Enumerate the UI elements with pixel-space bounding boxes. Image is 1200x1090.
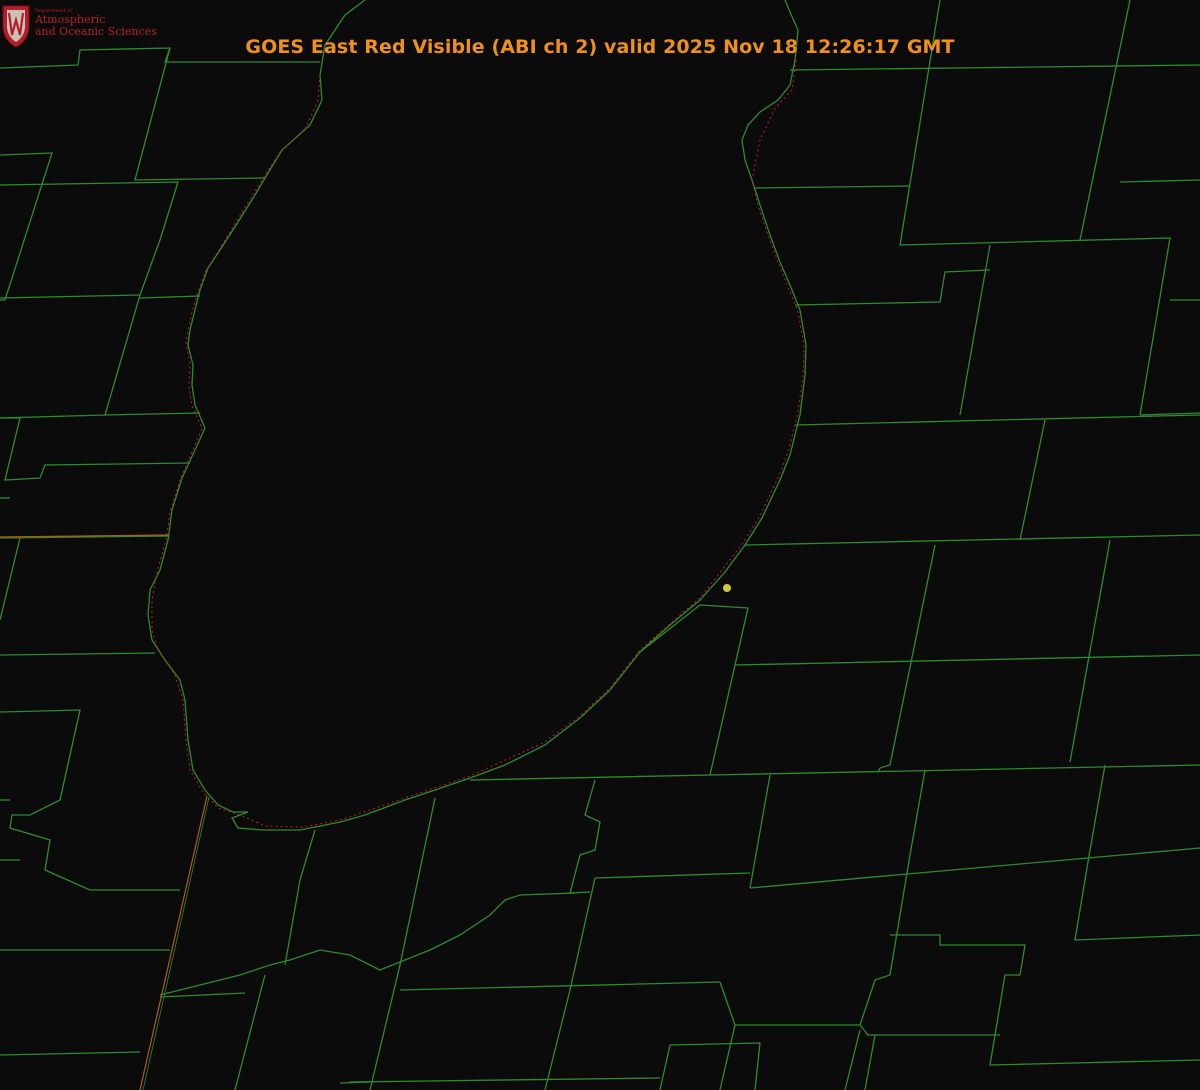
satellite-map bbox=[0, 0, 1200, 1090]
image-title: GOES East Red Visible (ABI ch 2) valid 2… bbox=[245, 36, 955, 58]
location-marker bbox=[723, 584, 731, 592]
